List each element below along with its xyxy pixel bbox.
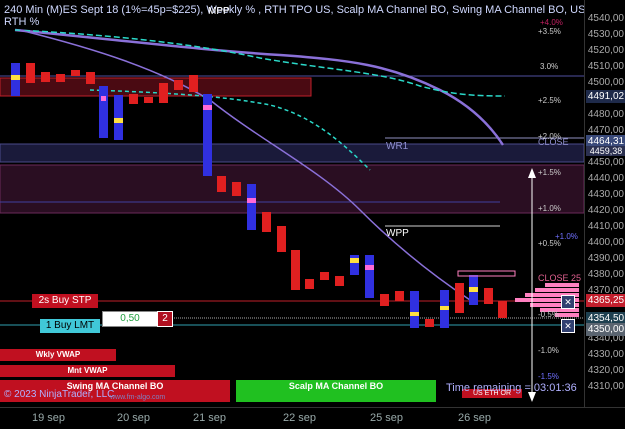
price-plot[interactable] (0, 0, 584, 407)
price-tick: 4530,00 (587, 29, 624, 40)
copyright-text: © 2023 NinjaTrader, LLC (4, 389, 115, 400)
header-subtitle: RTH % (4, 16, 40, 28)
buy-limit-order-button[interactable]: 1 Buy LMT (40, 319, 100, 333)
date-tick: 19 sep (32, 412, 66, 424)
pct-label: +4.0% (540, 18, 563, 27)
chart-header: 240 Min (M)ES Sept 18 (1%=45p=$225), Wee… (4, 4, 613, 28)
vendor-url: www.fm-algo.com (110, 394, 166, 401)
pct-label: +3.5% (538, 27, 561, 36)
pct-label: -1.0% (538, 346, 559, 355)
pct-label: -1.5% (538, 372, 559, 381)
buy-stop-order-button[interactable]: 2s Buy STP (32, 294, 98, 308)
rth-close-label: CLOSE (538, 137, 569, 147)
price-axis[interactable]: 4540,00 4530,00 4520,00 4510,00 4500,00 … (584, 0, 625, 407)
chart-window: 240 Min (M)ES Sept 18 (1%=45p=$225), Wee… (0, 0, 625, 429)
date-tick: 26 sep (458, 412, 492, 424)
pct-label: +1.0% (555, 232, 578, 241)
price-tick: 4430,00 (587, 189, 624, 200)
price-tick: 4510,00 (587, 61, 624, 72)
monthly-vwap-label: Mnt VWAP (0, 365, 175, 377)
supply-zone (0, 164, 584, 214)
weekly-vwap-label: Wkly VWAP (0, 349, 116, 361)
order-quantity-badge[interactable]: 2 (157, 311, 173, 327)
close-order-icon[interactable]: ✕ (561, 319, 575, 333)
pct-label: 3.0% (540, 62, 559, 71)
price-tick: 4320,00 (587, 365, 624, 376)
mpp-label: MPP (208, 6, 230, 17)
price-tick: 4310,00 (587, 381, 624, 392)
price-tag-buy-limit: 4350,00 (586, 323, 625, 336)
pct-label: +1.5% (538, 168, 561, 177)
price-tick: 4540,00 (587, 13, 624, 24)
wr1-label: WR1 (386, 141, 409, 152)
price-tag-buy-stop: 4365,25 (586, 294, 625, 307)
pct-label: +2.5% (538, 96, 561, 105)
close-order-icon[interactable]: ✕ (561, 295, 575, 309)
wpp-label: WPP (386, 228, 409, 239)
header-title: 240 Min (M)ES Sept 18 (1%=45p=$225), Wee… (4, 4, 613, 16)
price-tick: 4480,00 (587, 109, 624, 120)
pct-label: +1.0% (538, 204, 561, 213)
price-tick: 4330,00 (587, 349, 624, 360)
price-tick: 4410,00 (587, 221, 624, 232)
time-remaining: Time remaining = 03:01:36 (446, 382, 577, 394)
order-quantity-input[interactable]: 0,50 (102, 311, 158, 327)
price-tick: 4450,00 (587, 157, 624, 168)
price-tag-wr1: 4459,38 (586, 146, 625, 156)
date-tick: 25 sep (370, 412, 404, 424)
date-axis[interactable]: 19 sep 20 sep 21 sep 22 sep 25 sep 26 se… (0, 407, 625, 429)
price-tick: 4440,00 (587, 173, 624, 184)
price-tick: 4520,00 (587, 45, 624, 56)
scalp-ma-channel-label: Scalp MA Channel BO (236, 380, 436, 402)
date-tick: 21 sep (193, 412, 227, 424)
weekly-close-label: CLOSE 25 (538, 273, 582, 283)
price-tick: 4390,00 (587, 253, 624, 264)
price-tag-scalp-ma: 4491,02 (586, 90, 625, 103)
price-tick: 4420,00 (587, 205, 624, 216)
wr1-zone (0, 143, 584, 163)
date-tick: 22 sep (283, 412, 317, 424)
date-tick: 20 sep (117, 412, 151, 424)
price-tick: 4500,00 (587, 77, 624, 88)
price-tick: 4380,00 (587, 269, 624, 280)
pct-label: -0.5% (538, 310, 559, 319)
price-tick: 4400,00 (587, 237, 624, 248)
